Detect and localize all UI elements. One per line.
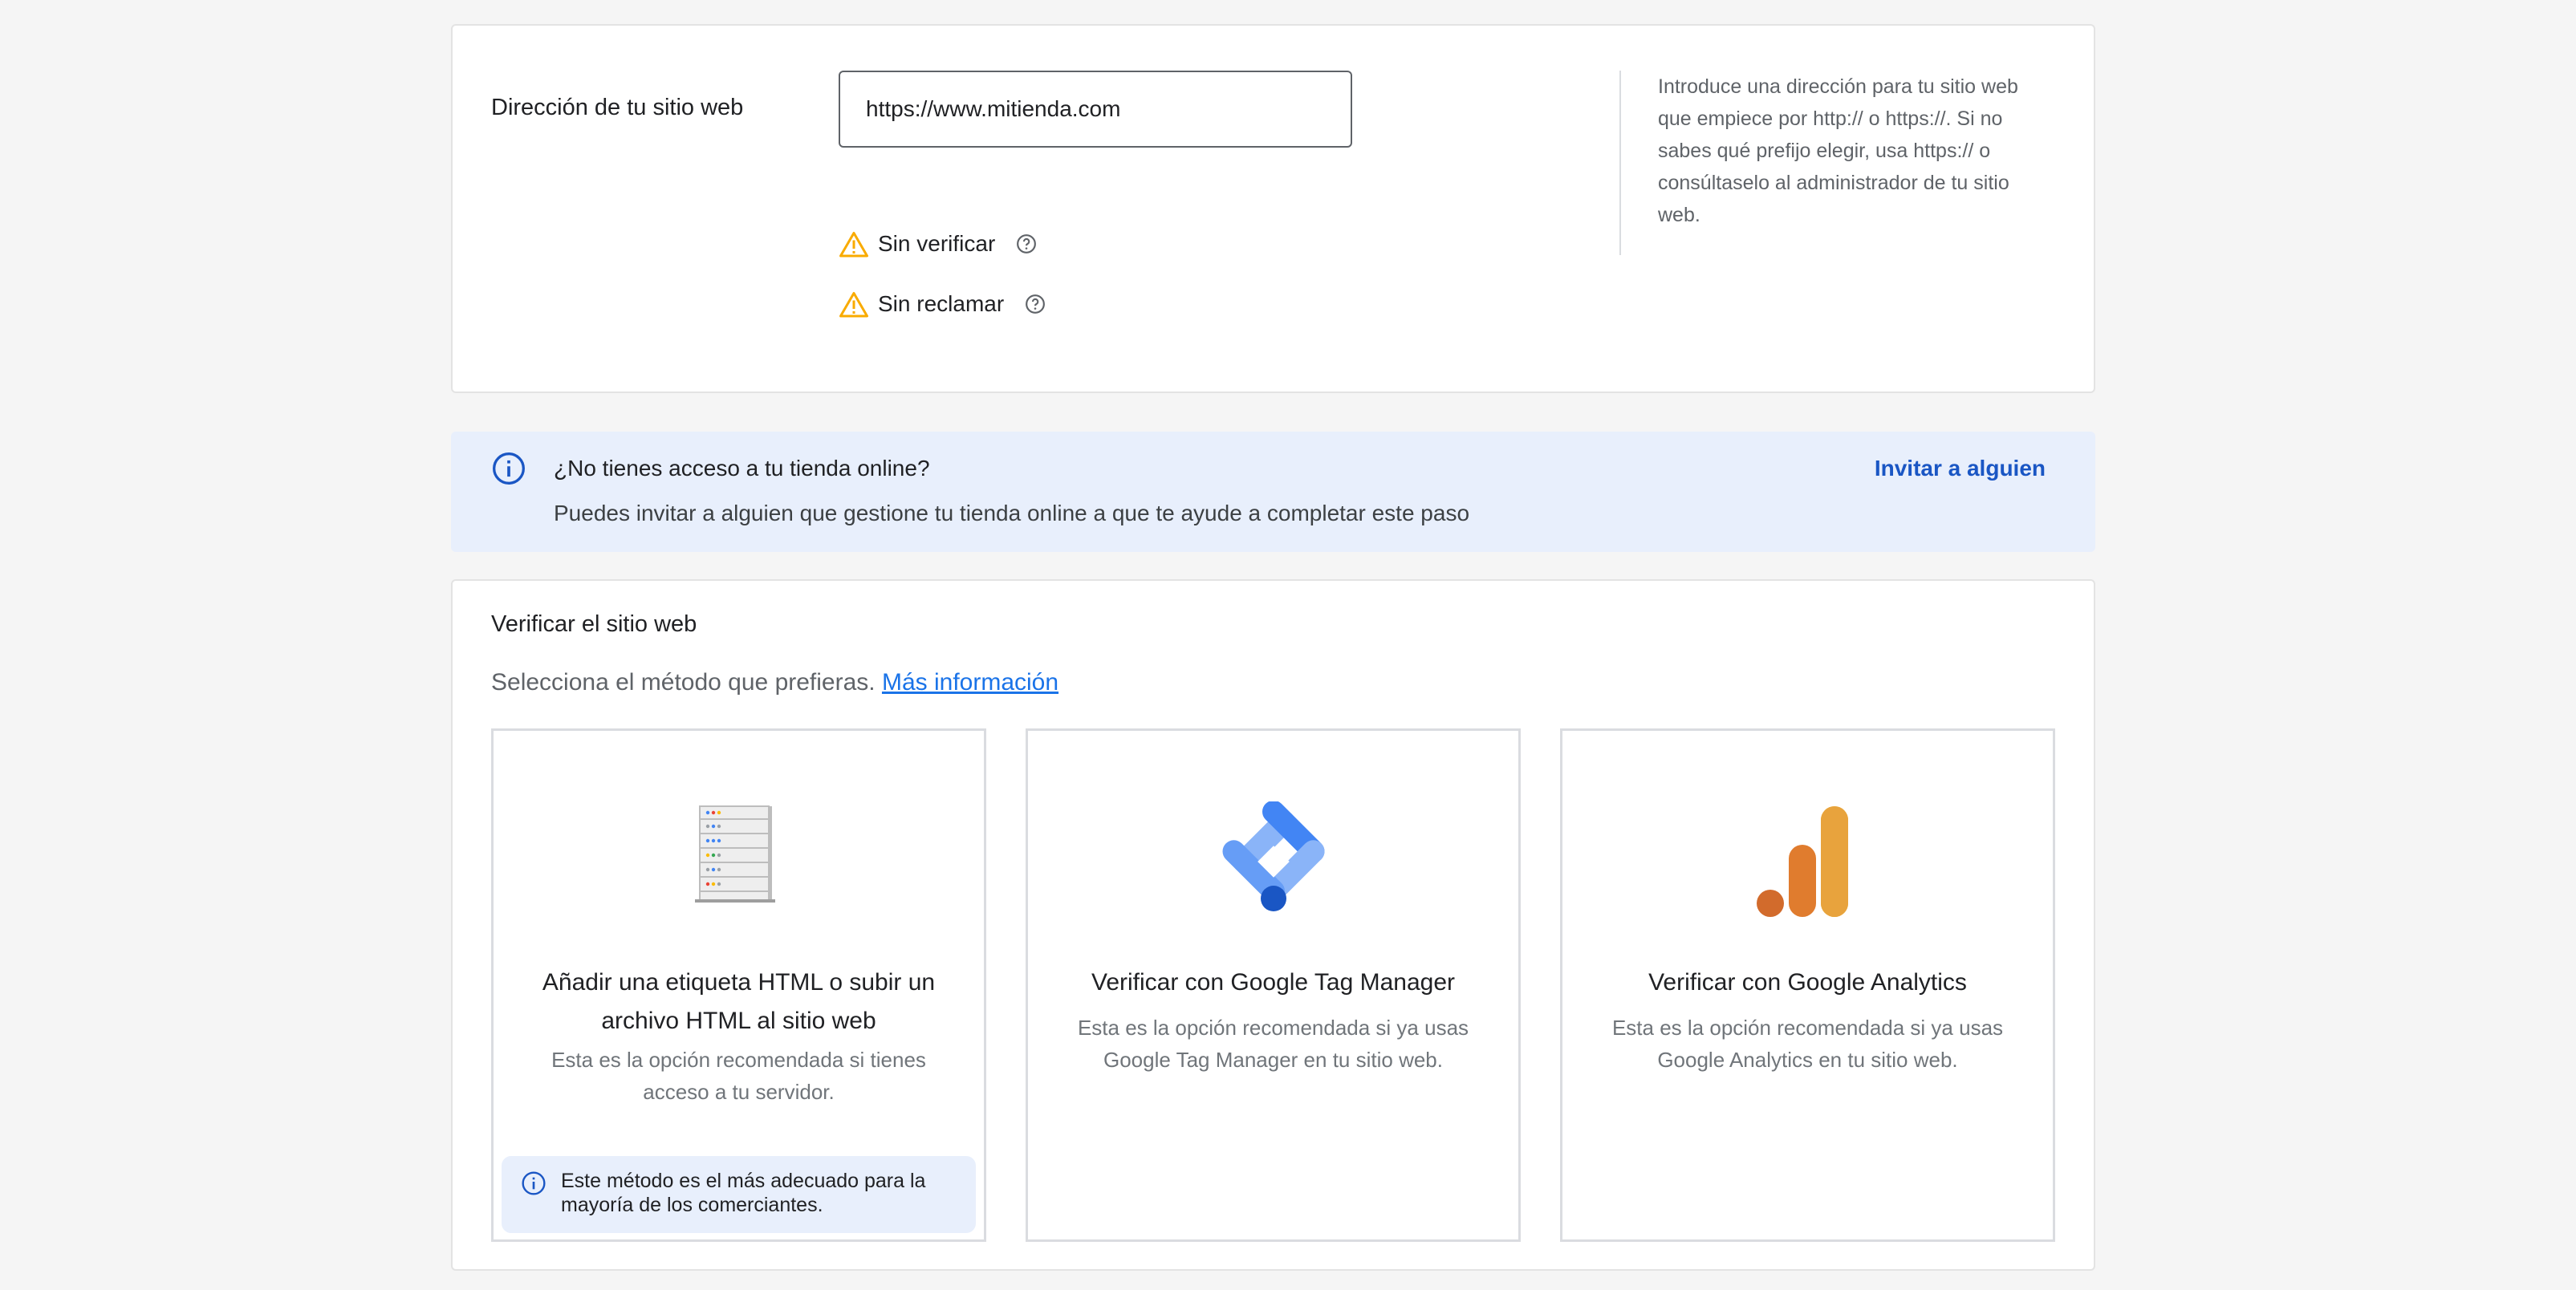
info-icon bbox=[522, 1171, 546, 1195]
website-address-card: Dirección de tu sitio web Sin verificar … bbox=[451, 24, 2095, 393]
recommended-method-note: Este método es el más adecuado para la m… bbox=[502, 1156, 976, 1233]
html-option-description: Esta es la opción recomendada si tienes … bbox=[551, 1048, 926, 1104]
more-info-link[interactable]: Más información bbox=[882, 669, 1058, 696]
warning-icon bbox=[839, 292, 868, 318]
html-tag-option-card[interactable]: Añadir una etiqueta HTML o subir un arch… bbox=[491, 728, 986, 1242]
verify-website-card: Verificar el sitio web Selecciona el mét… bbox=[451, 579, 2095, 1271]
banner-title: ¿No tienes acceso a tu tienda online? bbox=[554, 456, 930, 481]
gtm-option-title: Verificar con Google Tag Manager bbox=[1091, 969, 1456, 996]
no-access-info-banner: ¿No tienes acceso a tu tienda online? Pu… bbox=[451, 432, 2095, 552]
warning-icon bbox=[839, 232, 868, 258]
ga-option-description: Esta es la opción recomendada si ya usas… bbox=[1611, 1016, 2004, 1072]
server-icon bbox=[694, 805, 775, 903]
info-icon bbox=[493, 452, 525, 485]
gtm-option-description: Esta es la opción recomendada si ya usas… bbox=[1077, 1016, 1469, 1072]
google-analytics-icon bbox=[1756, 806, 1848, 917]
website-address-help-text: Introduce una dirección para tu sitio we… bbox=[1619, 71, 2051, 255]
website-url-input[interactable] bbox=[839, 71, 1352, 148]
google-tag-manager-icon bbox=[1222, 801, 1324, 911]
status-unclaimed-label: Sin reclamar bbox=[878, 291, 1005, 316]
html-option-title: Añadir una etiqueta HTML o subir un arch… bbox=[542, 969, 936, 1034]
recommended-method-note-text: Este método es el más adecuado para la m… bbox=[561, 1170, 926, 1216]
invite-someone-link[interactable]: Invitar a alguien bbox=[1875, 456, 2046, 481]
help-icon[interactable] bbox=[1025, 294, 1046, 314]
google-analytics-option-card[interactable]: Verificar con Google Analytics Esta es l… bbox=[1560, 728, 2055, 1242]
verify-section-title: Verificar el sitio web bbox=[491, 611, 697, 637]
select-method-text: Selecciona el método que prefieras. bbox=[491, 669, 876, 696]
status-unverified: Sin verificar bbox=[839, 230, 1037, 258]
status-unclaimed: Sin reclamar bbox=[839, 290, 1046, 318]
status-unverified-label: Sin verificar bbox=[878, 231, 996, 256]
select-method-prompt: Selecciona el método que prefieras. Más … bbox=[491, 669, 1058, 696]
google-tag-manager-option-card[interactable]: Verificar con Google Tag Manager Esta es… bbox=[1026, 728, 1521, 1242]
website-address-label: Dirección de tu sitio web bbox=[491, 95, 744, 120]
banner-text: Puedes invitar a alguien que gestione tu… bbox=[554, 501, 1470, 525]
help-icon[interactable] bbox=[1016, 233, 1037, 254]
ga-option-title: Verificar con Google Analytics bbox=[1648, 969, 1967, 996]
